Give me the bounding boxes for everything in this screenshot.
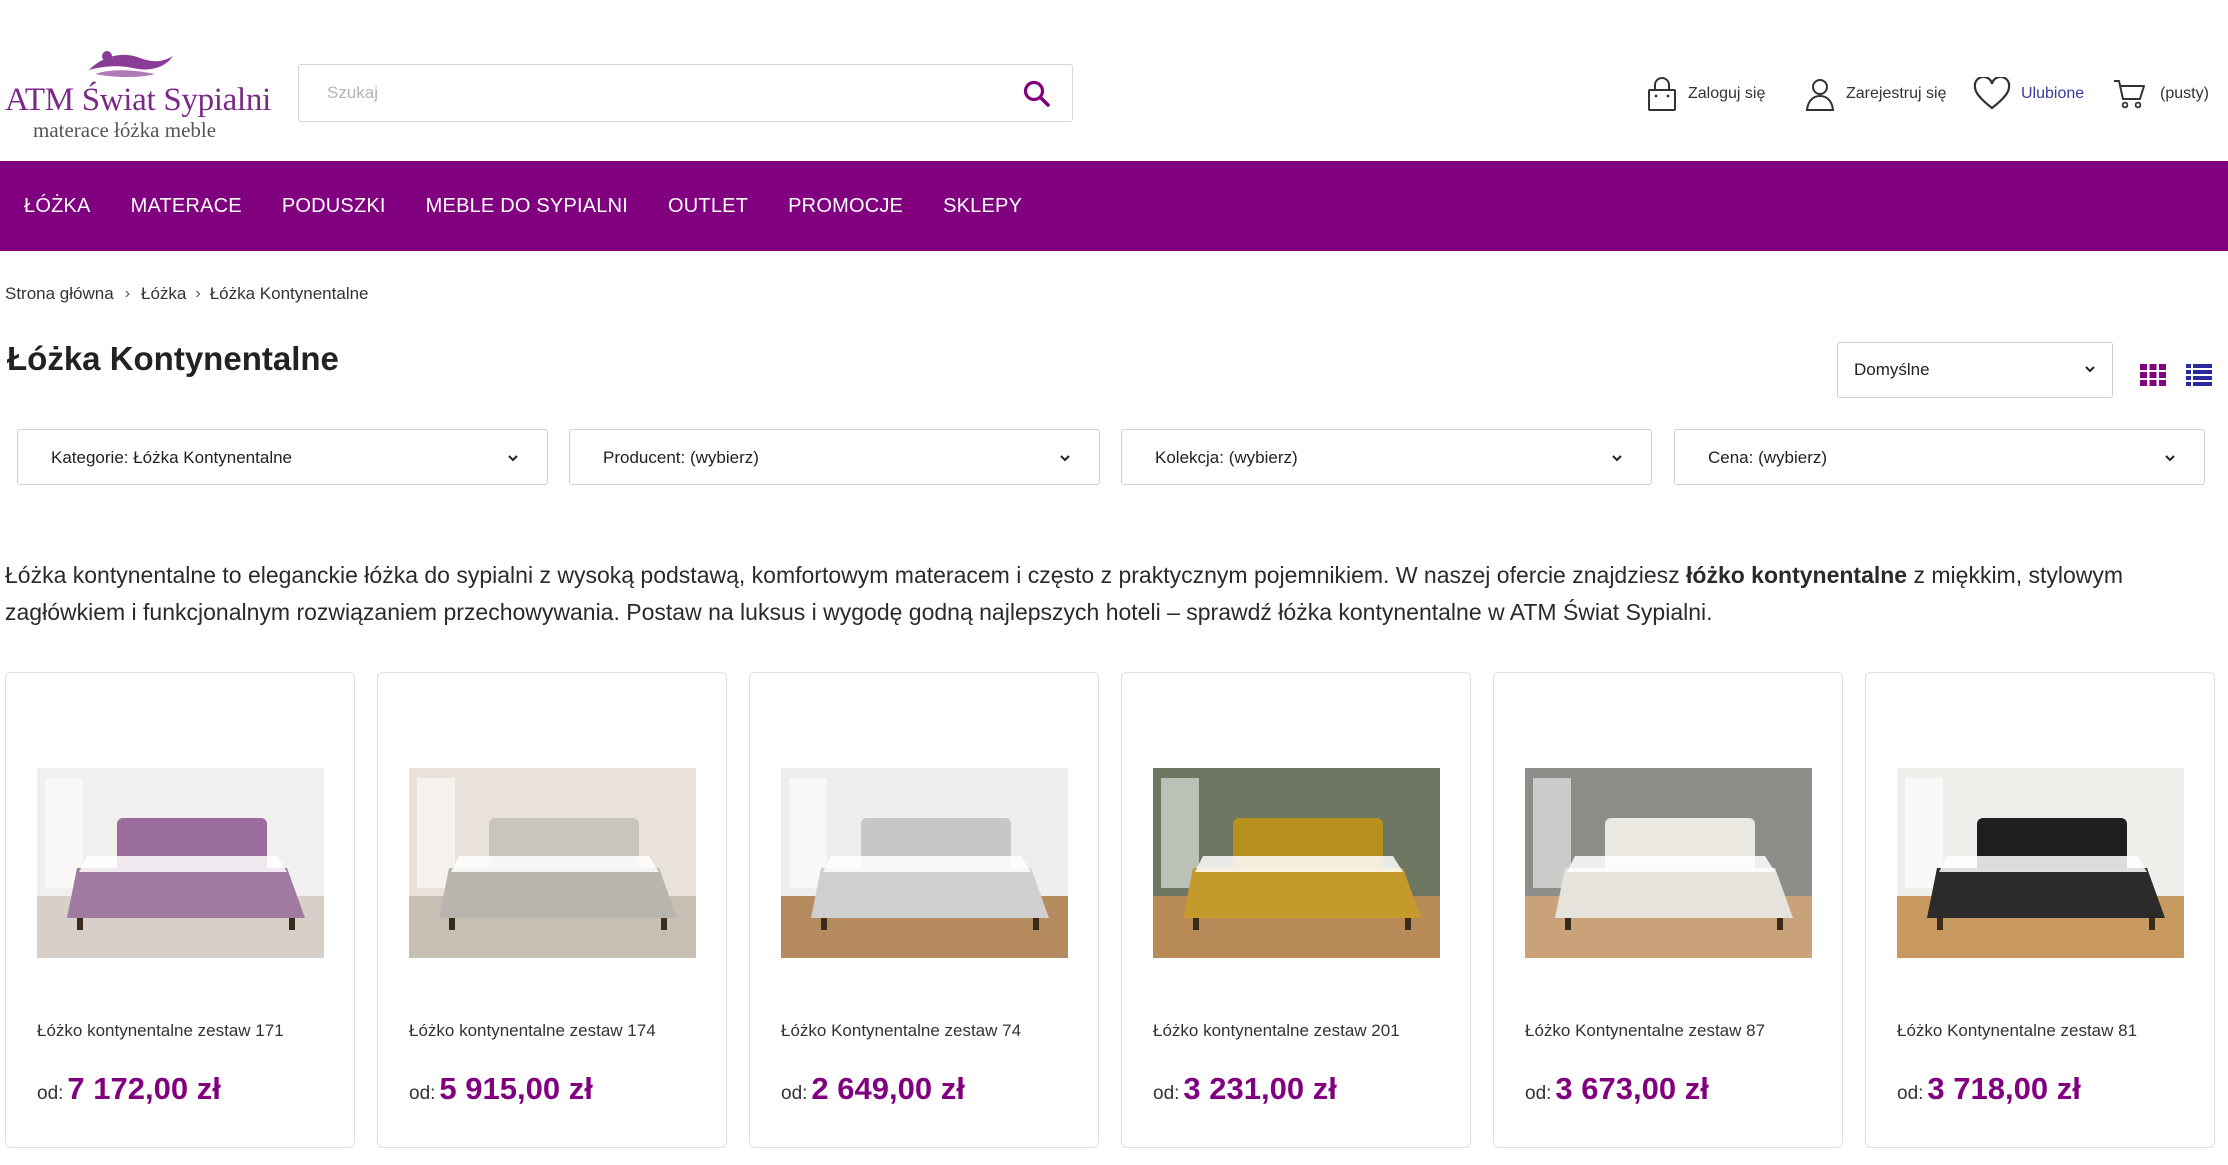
description-text-1: Łóżka kontynentalne to eleganckie łóżka … bbox=[5, 562, 1687, 588]
search-input[interactable] bbox=[327, 65, 987, 121]
description-bold: łóżko kontynentalne bbox=[1686, 562, 1908, 588]
chevron-right-icon: › bbox=[195, 285, 201, 302]
product-price: 2 649,00 zł bbox=[811, 1071, 965, 1106]
product-price: 7 172,00 zł bbox=[67, 1071, 221, 1106]
cart-link[interactable]: (pusty) bbox=[2112, 74, 2209, 114]
favorites-link[interactable]: Ulubione bbox=[1973, 74, 2084, 114]
chevron-down-icon bbox=[2165, 455, 2175, 462]
nav-item-poduszki[interactable]: PODUSZKI bbox=[282, 195, 386, 218]
search-box bbox=[298, 64, 1073, 122]
cart-icon bbox=[2114, 80, 2145, 109]
product-card[interactable]: Łóżko kontynentalne zestaw 201 od: 3 231,0… bbox=[1121, 672, 1471, 1148]
product-name[interactable]: Łóżko Kontynentalne zestaw 74 bbox=[781, 1021, 1021, 1041]
product-image[interactable] bbox=[1153, 768, 1440, 958]
page-title: Łóżka Kontynentalne bbox=[7, 340, 339, 377]
product-image[interactable] bbox=[37, 768, 324, 958]
sort-selected-value: Domyślne bbox=[1854, 360, 1930, 379]
price-prefix: od: bbox=[1897, 1083, 1924, 1104]
product-price-row: od: 3 718,00 zł bbox=[1897, 1071, 2081, 1107]
price-prefix: od: bbox=[37, 1083, 64, 1104]
product-card[interactable]: Łóżko Kontynentalne zestaw 87 od: 3 673,00… bbox=[1493, 672, 1843, 1148]
user-icon bbox=[1805, 79, 1835, 111]
product-name[interactable]: Łóżko kontynentalne zestaw 201 bbox=[1153, 1021, 1400, 1041]
site-header: ATM Świat Sypialni materace łóżka meble … bbox=[0, 0, 2228, 161]
logo-title: ATM Świat Sypialni bbox=[5, 82, 271, 118]
product-price-row: od: 3 673,00 zł bbox=[1525, 1071, 1709, 1107]
product-price-row: od: 3 231,00 zł bbox=[1153, 1071, 1337, 1107]
favorites-label: Ulubione bbox=[2021, 85, 2085, 102]
product-card[interactable]: Łóżko Kontynentalne zestaw 74 od: 2 649,00… bbox=[749, 672, 1099, 1148]
chevron-right-icon: › bbox=[124, 285, 131, 302]
product-price-row: od: 7 172,00 zł bbox=[37, 1071, 221, 1107]
nav-item-materace[interactable]: MATERACE bbox=[131, 195, 242, 218]
product-image[interactable] bbox=[781, 768, 1068, 958]
product-card[interactable]: Łóżko kontynentalne zestaw 171 od: 7 172,0… bbox=[5, 672, 355, 1148]
filter-price[interactable]: Cena: (wybierz) bbox=[1674, 429, 2205, 485]
nav-item-meble[interactable]: MEBLE DO SYPIALNI bbox=[426, 195, 628, 218]
lock-bag-icon bbox=[1648, 77, 1676, 111]
register-link[interactable]: Zarejestruj się bbox=[1804, 74, 1946, 114]
breadcrumb-home[interactable]: Strona główna bbox=[5, 284, 114, 304]
list-view-icon[interactable] bbox=[2186, 364, 2212, 386]
register-label: Zarejestruj się bbox=[1846, 85, 1947, 102]
product-price-row: od: 5 915,00 zł bbox=[409, 1071, 593, 1107]
product-name[interactable]: Łóżko Kontynentalne zestaw 81 bbox=[1897, 1021, 2137, 1041]
price-prefix: od: bbox=[781, 1083, 808, 1104]
product-image[interactable] bbox=[1525, 768, 1812, 958]
filter-price-label: Cena: (wybierz) bbox=[1708, 448, 1828, 467]
filter-collection[interactable]: Kolekcja: (wybierz) bbox=[1121, 429, 1652, 485]
heart-icon bbox=[1973, 77, 2011, 110]
category-description: Łóżka kontynentalne to eleganckie łóżka … bbox=[5, 557, 2215, 631]
breadcrumb-lozka[interactable]: Łóżka bbox=[141, 284, 186, 304]
breadcrumb-current: Łóżka Kontynentalne bbox=[209, 284, 369, 303]
nav-item-promocje[interactable]: PROMOCJE bbox=[788, 195, 903, 218]
login-label: Zaloguj się bbox=[1688, 85, 1766, 102]
chevron-down-icon bbox=[2085, 366, 2095, 373]
grid-view-icon[interactable] bbox=[2140, 364, 2166, 386]
filter-category[interactable]: Kategorie: Łóżka Kontynentalne bbox=[17, 429, 548, 485]
login-link[interactable]: Zaloguj się bbox=[1646, 74, 1765, 114]
sort-select[interactable]: Domyślne bbox=[1837, 342, 2113, 398]
price-prefix: od: bbox=[409, 1083, 436, 1104]
main-nav: ŁÓŻKA MATERACE PODUSZKI MEBLE DO SYPIALN… bbox=[0, 161, 2228, 251]
price-prefix: od: bbox=[1153, 1083, 1180, 1104]
product-name[interactable]: Łóżko kontynentalne zestaw 174 bbox=[409, 1021, 656, 1041]
chevron-down-icon bbox=[1060, 455, 1070, 462]
filter-collection-label: Kolekcja: (wybierz) bbox=[1155, 448, 1298, 467]
product-price: 3 231,00 zł bbox=[1183, 1071, 1337, 1106]
cart-label: (pusty) bbox=[2160, 85, 2209, 102]
product-price-row: od: 2 649,00 zł bbox=[781, 1071, 965, 1107]
product-card[interactable]: Łóżko kontynentalne zestaw 174 od: 5 915,0… bbox=[377, 672, 727, 1148]
filter-producer-label: Producent: (wybierz) bbox=[603, 448, 759, 467]
product-image[interactable] bbox=[409, 768, 696, 958]
nav-item-lozka[interactable]: ŁÓŻKA bbox=[24, 195, 91, 218]
logo-tagline: materace łóżka meble bbox=[33, 118, 217, 142]
product-name[interactable]: Łóżko Kontynentalne zestaw 87 bbox=[1525, 1021, 1765, 1041]
breadcrumb: Strona główna › Łóżka › Łóżka Kontynenta… bbox=[5, 284, 369, 304]
chevron-down-icon bbox=[508, 455, 518, 462]
price-prefix: od: bbox=[1525, 1083, 1552, 1104]
product-price: 5 915,00 zł bbox=[439, 1071, 593, 1106]
product-name[interactable]: Łóżko kontynentalne zestaw 171 bbox=[37, 1021, 284, 1041]
nav-item-outlet[interactable]: OUTLET bbox=[668, 195, 748, 218]
search-icon[interactable] bbox=[1022, 79, 1052, 109]
chevron-down-icon bbox=[1612, 455, 1622, 462]
nav-item-sklepy[interactable]: SKLEPY bbox=[943, 195, 1022, 218]
logo-swoosh-icon bbox=[89, 51, 173, 77]
product-price: 3 673,00 zł bbox=[1555, 1071, 1709, 1106]
product-price: 3 718,00 zł bbox=[1927, 1071, 2081, 1106]
product-image[interactable] bbox=[1897, 768, 2184, 958]
filter-category-label: Kategorie: Łóżka Kontynentalne bbox=[51, 448, 293, 467]
product-card[interactable]: Łóżko Kontynentalne zestaw 81 od: 3 718,00… bbox=[1865, 672, 2215, 1148]
logo[interactable]: ATM Świat Sypialni materace łóżka meble bbox=[5, 48, 271, 148]
filter-producer[interactable]: Producent: (wybierz) bbox=[569, 429, 1100, 485]
